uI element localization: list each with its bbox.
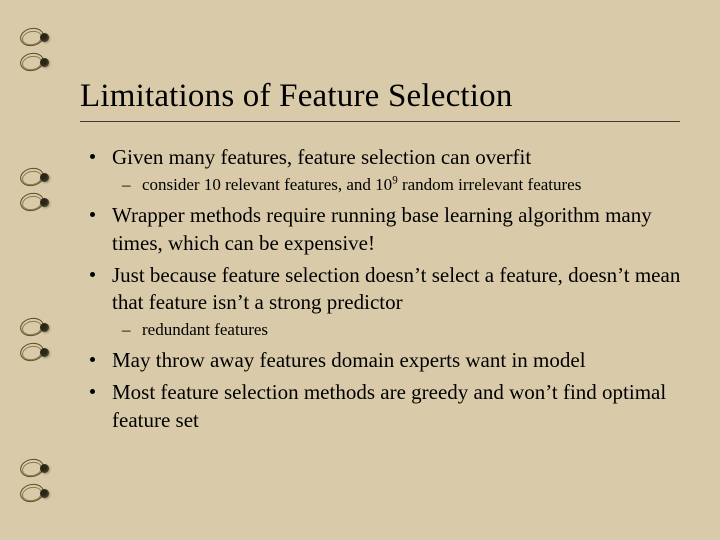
bullet-text: Most feature selection methods are greed…: [112, 380, 666, 432]
slide-title: Limitations of Feature Selection: [80, 78, 690, 115]
bullet-item: May throw away features domain experts w…: [80, 347, 690, 375]
bullet-text: Given many features, feature selection c…: [112, 145, 531, 169]
sub-item: consider 10 relevant features, and 109 r…: [112, 174, 690, 196]
ring-icon: [26, 345, 54, 359]
ring-icon: [26, 195, 54, 209]
sub-list: redundant features: [112, 319, 690, 341]
ring-icon: [26, 30, 54, 44]
bullet-item: Wrapper methods require running base lea…: [80, 202, 690, 257]
bullet-item: Most feature selection methods are greed…: [80, 379, 690, 434]
ring-icon: [26, 461, 54, 475]
bullet-item: Just because feature selection doesn’t s…: [80, 262, 690, 342]
ring-icon: [26, 170, 54, 184]
bullet-text: Just because feature selection doesn’t s…: [112, 263, 680, 315]
title-underline: [80, 121, 680, 122]
slide: Limitations of Feature Selection Given m…: [0, 0, 720, 540]
binder-rings: [26, 0, 56, 540]
sub-list: consider 10 relevant features, and 109 r…: [112, 174, 690, 196]
ring-icon: [26, 55, 54, 69]
sub-item: redundant features: [112, 319, 690, 341]
bullet-list: Given many features, feature selection c…: [80, 144, 690, 435]
bullet-text: May throw away features domain experts w…: [112, 348, 586, 372]
bullet-text: Wrapper methods require running base lea…: [112, 203, 652, 255]
bullet-item: Given many features, feature selection c…: [80, 144, 690, 196]
slide-content: Limitations of Feature Selection Given m…: [80, 0, 690, 540]
ring-icon: [26, 320, 54, 334]
ring-icon: [26, 486, 54, 500]
